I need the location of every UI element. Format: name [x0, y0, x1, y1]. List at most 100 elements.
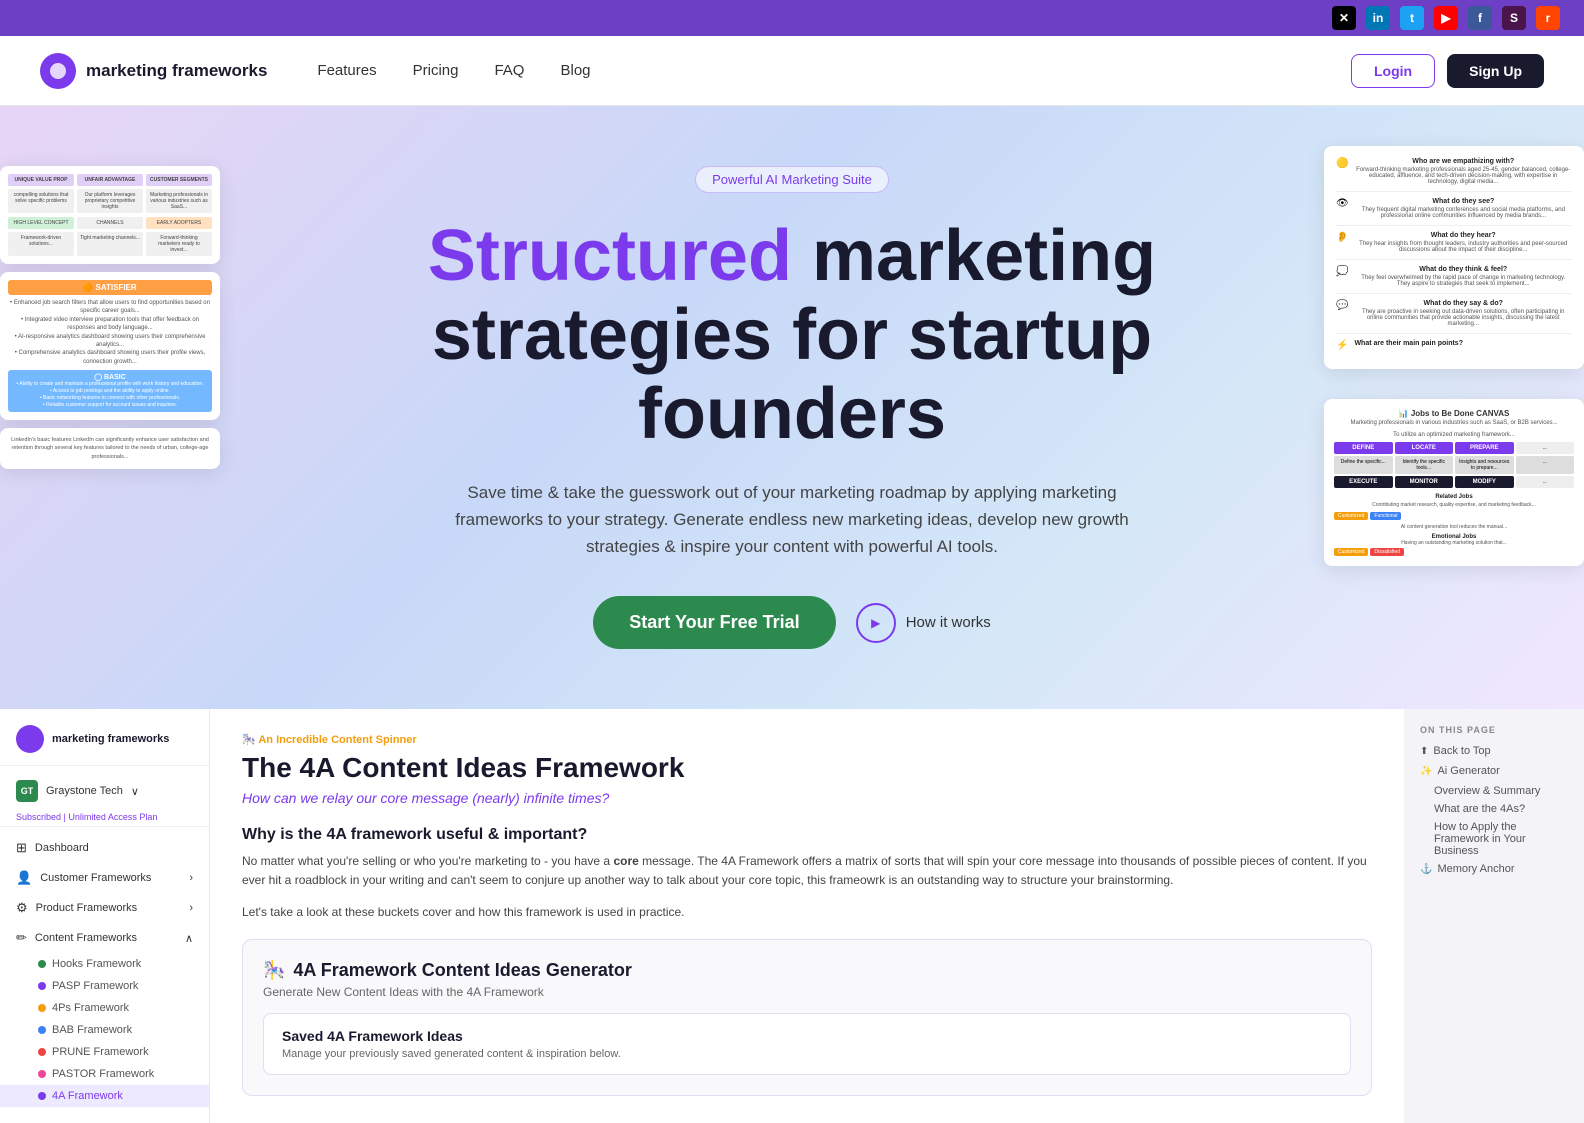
logo-text: marketing frameworks — [86, 61, 267, 81]
back-top-icon: ⬆ — [1420, 746, 1428, 757]
nav-features[interactable]: Features — [317, 62, 376, 79]
hero-actions: Start Your Free Trial ▶ How it works — [593, 596, 990, 649]
sidebar-product-frameworks[interactable]: ⚙ Product Frameworks › — [0, 893, 209, 923]
login-button[interactable]: Login — [1351, 54, 1435, 88]
how-it-works-button[interactable]: ▶ How it works — [856, 603, 991, 643]
hero-section: UNIQUE VALUE PROP UNFAIR ADVANTAGE CUSTO… — [0, 106, 1584, 709]
app-sidebar: marketing frameworks GT Graystone Tech ∨… — [0, 709, 210, 1123]
framework-box-sub: Generate New Content Ideas with the 4A F… — [263, 985, 1351, 999]
product-frameworks-icon: ⚙ — [16, 900, 28, 916]
signup-button[interactable]: Sign Up — [1447, 54, 1544, 88]
sidebar-dashboard-label: Dashboard — [35, 842, 89, 854]
nav-pricing[interactable]: Pricing — [413, 62, 459, 79]
4a-label: 4A Framework — [52, 1090, 123, 1102]
hero-subtitle: Save time & take the guesswork out of yo… — [452, 479, 1132, 561]
slack-icon[interactable]: S — [1502, 6, 1526, 30]
hooks-dot — [38, 960, 46, 968]
section1-title: Why is the 4A framework useful & importa… — [242, 826, 1372, 844]
nav-actions: Login Sign Up — [1351, 54, 1544, 88]
toc-back-to-top[interactable]: ⬆ Back to Top — [1420, 745, 1568, 757]
nav-logo[interactable]: marketing frameworks — [40, 53, 267, 89]
content-title: The 4A Content Ideas Framework — [242, 752, 1372, 784]
toc-header: ON THIS PAGE — [1420, 725, 1568, 735]
reddit-icon[interactable]: r — [1536, 6, 1560, 30]
content-tag: 🎠 An Incredible Content Spinner — [242, 733, 1372, 746]
social-bar: ✕ in t ▶ f S r — [0, 0, 1584, 36]
sidebar-4a[interactable]: 4A Framework — [0, 1085, 209, 1107]
bab-label: BAB Framework — [52, 1024, 132, 1036]
sidebar-hooks[interactable]: Hooks Framework — [0, 953, 209, 975]
bottom-left-card: LinkedIn's basic features LinkedIn can s… — [0, 428, 220, 469]
content-frameworks-icon: ✏ — [16, 930, 27, 946]
lean-canvas-card: UNIQUE VALUE PROP UNFAIR ADVANTAGE CUSTO… — [0, 166, 220, 264]
app-logo-text: marketing frameworks — [52, 733, 169, 745]
saved-sub: Manage your previously saved generated c… — [282, 1048, 1332, 1060]
jobs-to-be-done-card: 📊 Jobs to Be Done CANVAS Marketing profe… — [1324, 399, 1584, 566]
content-section: marketing frameworks GT Graystone Tech ∨… — [0, 709, 1584, 1123]
org-name: Graystone Tech — [46, 785, 123, 797]
ai-gen-icon: ✨ — [1420, 766, 1432, 777]
toc-memory-anchor[interactable]: ⚓ Memory Anchor — [1420, 863, 1568, 875]
hooks-label: Hooks Framework — [52, 958, 141, 970]
toc-what-are-4as[interactable]: What are the 4As? — [1420, 803, 1568, 815]
customer-chevron-icon: › — [189, 872, 193, 884]
4ps-dot — [38, 1004, 46, 1012]
satisfier-card: 🟠 SATISFIER • Enhanced job search filter… — [0, 272, 220, 420]
toc-how-to-apply[interactable]: How to Apply the Framework in Your Busin… — [1420, 821, 1568, 857]
framework-emoji: 🎠 — [263, 960, 285, 981]
nav-faq[interactable]: FAQ — [494, 62, 524, 79]
framework-generator-box: 🎠 4A Framework Content Ideas Generator G… — [242, 939, 1372, 1096]
hero-title: Structured marketingstrategies for start… — [428, 217, 1156, 455]
content-chevron-icon: ∧ — [185, 932, 193, 945]
sidebar-customer-frameworks[interactable]: 👤 Customer Frameworks › — [0, 863, 209, 893]
floating-left-cards: UNIQUE VALUE PROP UNFAIR ADVANTAGE CUSTO… — [0, 166, 220, 477]
bab-dot — [38, 1026, 46, 1034]
subscription-badge: Subscribed | Unlimited Access Plan — [0, 808, 209, 827]
twitter-icon[interactable]: t — [1400, 6, 1424, 30]
toc-ai-generator[interactable]: ✨ Ai Generator — [1420, 765, 1568, 777]
org-selector[interactable]: GT Graystone Tech ∨ — [0, 774, 209, 808]
pasp-label: PASP Framework — [52, 980, 138, 992]
framework-box-title: 🎠 4A Framework Content Ideas Generator — [263, 960, 1351, 981]
org-chevron: ∨ — [131, 785, 139, 798]
toc-overview[interactable]: Overview & Summary — [1420, 785, 1568, 797]
sidebar-4ps[interactable]: 4Ps Framework — [0, 997, 209, 1019]
facebook-icon[interactable]: f — [1468, 6, 1492, 30]
customer-frameworks-icon: 👤 — [16, 870, 32, 886]
main-content: 🎠 An Incredible Content Spinner The 4A C… — [210, 709, 1404, 1123]
content-subtitle: How can we relay our core message (nearl… — [242, 790, 1372, 806]
nav-links: Features Pricing FAQ Blog — [317, 62, 1351, 79]
navbar: marketing frameworks Features Pricing FA… — [0, 36, 1584, 106]
start-trial-button[interactable]: Start Your Free Trial — [593, 596, 835, 649]
section1-note: Let's take a look at these buckets cover… — [242, 905, 1372, 919]
pasp-dot — [38, 982, 46, 990]
sidebar-bab[interactable]: BAB Framework — [0, 1019, 209, 1041]
sidebar-pasp[interactable]: PASP Framework — [0, 975, 209, 997]
sidebar-dashboard[interactable]: ⊞ Dashboard — [0, 833, 209, 863]
4a-dot — [38, 1092, 46, 1100]
pastor-dot — [38, 1070, 46, 1078]
product-chevron-icon: › — [189, 902, 193, 914]
sidebar-content-label: Content Frameworks — [35, 932, 137, 944]
anchor-icon: ⚓ — [1420, 864, 1432, 875]
empathy-map-card: 🟡 Who are we empathizing with? Forward-t… — [1324, 146, 1584, 369]
org-avatar: GT — [16, 780, 38, 802]
dashboard-icon: ⊞ — [16, 840, 27, 856]
logo-icon — [40, 53, 76, 89]
sidebar-content-frameworks[interactable]: ✏ Content Frameworks ∧ — [0, 923, 209, 953]
linkedin-icon[interactable]: in — [1366, 6, 1390, 30]
table-of-contents: ON THIS PAGE ⬆ Back to Top ✨ Ai Generato… — [1404, 709, 1584, 1123]
4ps-label: 4Ps Framework — [52, 1002, 129, 1014]
floating-right-cards: 🟡 Who are we empathizing with? Forward-t… — [1324, 146, 1584, 566]
youtube-icon[interactable]: ▶ — [1434, 6, 1458, 30]
saved-title: Saved 4A Framework Ideas — [282, 1028, 1332, 1044]
nav-blog[interactable]: Blog — [560, 62, 590, 79]
how-it-works-label: How it works — [906, 614, 991, 631]
app-logo: marketing frameworks — [0, 725, 209, 766]
play-icon: ▶ — [856, 603, 896, 643]
sidebar-prune[interactable]: PRUNE Framework — [0, 1041, 209, 1063]
section1-body: No matter what you're selling or who you… — [242, 852, 1372, 890]
twitter-x-icon[interactable]: ✕ — [1332, 6, 1356, 30]
sidebar-pastor[interactable]: PASTOR Framework — [0, 1063, 209, 1085]
pastor-label: PASTOR Framework — [52, 1068, 154, 1080]
